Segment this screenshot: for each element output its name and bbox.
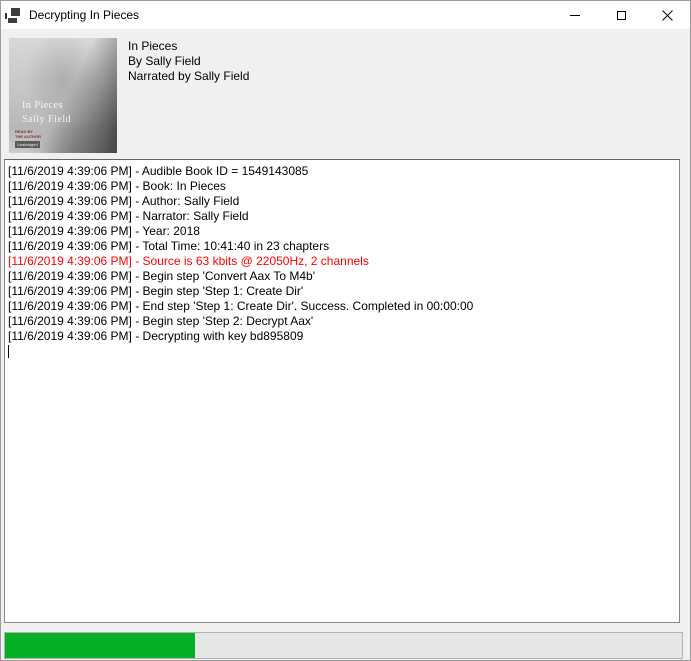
close-icon [662, 10, 673, 21]
text-caret [8, 345, 9, 358]
log-line: [11/6/2019 4:39:06 PM] - Begin step 'Ste… [8, 314, 676, 329]
cover-author-text: Sally Field [22, 114, 71, 125]
log-line: [11/6/2019 4:39:06 PM] - Begin step 'Con… [8, 269, 676, 284]
maximize-icon [617, 11, 626, 20]
close-button[interactable] [644, 1, 690, 29]
cover-title-text: In Pieces [22, 100, 63, 111]
log-line: [11/6/2019 4:39:06 PM] - Decrypting with… [8, 329, 676, 344]
app-icon [5, 7, 21, 23]
log-line: [11/6/2019 4:39:06 PM] - Begin step 'Ste… [8, 284, 676, 299]
window-title: Decrypting In Pieces [29, 8, 552, 22]
cover-edition-badge: Unabridged [15, 141, 40, 148]
log-line: [11/6/2019 4:39:06 PM] - Book: In Pieces [8, 179, 676, 194]
maximize-button[interactable] [598, 1, 644, 29]
log-line: [11/6/2019 4:39:06 PM] - Source is 63 kb… [8, 254, 676, 269]
cover-read-by-badge: READ BYTHE AUTHOR [15, 129, 41, 139]
book-cover-image: In Pieces Sally Field READ BYTHE AUTHOR … [9, 38, 117, 153]
title-bar: Decrypting In Pieces [1, 1, 690, 29]
book-author: By Sally Field [128, 54, 249, 69]
minimize-icon [570, 15, 580, 16]
progress-bar [4, 632, 683, 659]
log-line: [11/6/2019 4:39:06 PM] - Author: Sally F… [8, 194, 676, 209]
log-line: [11/6/2019 4:39:06 PM] - End step 'Step … [8, 299, 676, 314]
log-textbox[interactable]: [11/6/2019 4:39:06 PM] - Audible Book ID… [4, 159, 680, 623]
log-lines: [11/6/2019 4:39:06 PM] - Audible Book ID… [8, 164, 676, 344]
book-title: In Pieces [128, 39, 249, 54]
book-info: In Pieces By Sally Field Narrated by Sal… [128, 39, 249, 84]
log-line: [11/6/2019 4:39:06 PM] - Narrator: Sally… [8, 209, 676, 224]
log-line: [11/6/2019 4:39:06 PM] - Audible Book ID… [8, 164, 676, 179]
log-line: [11/6/2019 4:39:06 PM] - Year: 2018 [8, 224, 676, 239]
log-line: [11/6/2019 4:39:06 PM] - Total Time: 10:… [8, 239, 676, 254]
minimize-button[interactable] [552, 1, 598, 29]
caption-buttons [552, 1, 690, 29]
progress-bar-fill [5, 633, 195, 658]
caret-line [8, 344, 676, 359]
app-window: Decrypting In Pieces In Pieces Sally Fie… [0, 0, 691, 661]
book-narrator: Narrated by Sally Field [128, 69, 249, 84]
